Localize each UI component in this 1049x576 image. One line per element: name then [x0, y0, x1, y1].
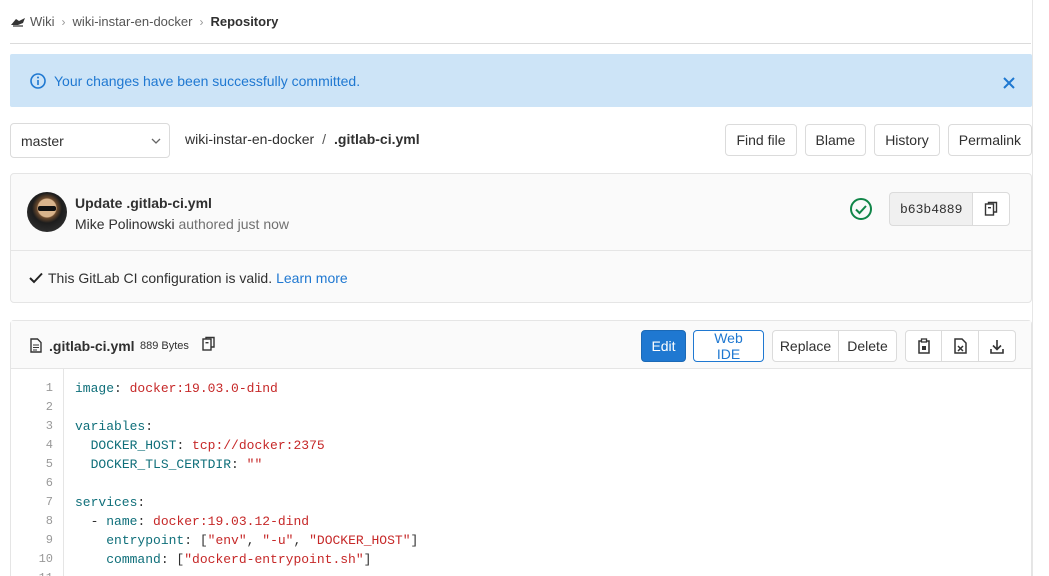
commit-time: authored just now — [178, 216, 290, 232]
line-content: DOCKER_HOST: tcp://docker:2375 — [90, 438, 325, 453]
blame-button[interactable]: Blame — [804, 124, 867, 156]
tree-actions: Find file Blame History Permalink — [725, 124, 1032, 156]
breadcrumb-project[interactable]: wiki-instar-en-docker — [73, 14, 193, 29]
line-number[interactable]: 10 — [11, 550, 53, 569]
learn-more-link[interactable]: Learn more — [276, 270, 348, 286]
replace-button[interactable]: Replace — [772, 330, 839, 362]
branch-name: master — [21, 132, 64, 149]
status-success-icon[interactable] — [849, 197, 873, 221]
line-number[interactable]: 5 — [11, 455, 53, 474]
delete-button[interactable]: Delete — [839, 330, 897, 362]
file-icon-actions — [905, 330, 1016, 362]
commit-author-line: Mike Polinowski authored just now — [75, 216, 289, 232]
file-icon — [30, 338, 42, 353]
line-content: services: — [75, 495, 146, 510]
breadcrumb: Wiki › wiki-instar-en-docker › Repositor… — [10, 0, 1031, 44]
line-number[interactable]: 1 — [11, 379, 53, 398]
copy-icon — [985, 201, 998, 216]
line-number[interactable]: 11 — [11, 569, 53, 576]
find-file-button[interactable]: Find file — [725, 124, 797, 156]
flash-notice: Your changes have been successfully comm… — [10, 54, 1032, 107]
chevron-right-icon: › — [199, 14, 204, 29]
open-raw-button[interactable] — [942, 330, 979, 362]
line-content: variables: — [75, 419, 154, 434]
commit-author[interactable]: Mike Polinowski — [75, 216, 175, 232]
line-number[interactable]: 7 — [11, 493, 53, 512]
branch-dropdown[interactable]: master — [10, 123, 170, 158]
file-viewer: .gitlab-ci.yml 889 Bytes Edit Web IDE Re… — [10, 320, 1032, 576]
raw-file-icon — [953, 338, 967, 354]
copy-icon[interactable] — [201, 336, 216, 352]
line-content: image: docker:19.03.0-dind — [75, 381, 278, 396]
chevron-down-icon — [151, 138, 161, 144]
line-content: entrypoint: ["env", "-u", "DOCKER_HOST"] — [106, 533, 419, 548]
line-number[interactable]: 2 — [11, 398, 53, 417]
line-number[interactable]: 8 — [11, 512, 53, 531]
breadcrumb-repository[interactable]: Repository — [210, 14, 278, 29]
file-header: .gitlab-ci.yml 889 Bytes Edit Web IDE Re… — [11, 321, 1031, 369]
history-button[interactable]: History — [874, 124, 940, 156]
file-path: wiki-instar-en-docker / .gitlab-ci.yml — [185, 131, 420, 147]
copy-contents-icon — [917, 338, 930, 354]
ci-config-status: This GitLab CI configuration is valid. L… — [29, 270, 348, 286]
check-icon — [29, 272, 43, 284]
line-content: DOCKER_TLS_CERTDIR: "" — [90, 457, 263, 472]
wiki-logo-icon — [11, 17, 25, 27]
ci-valid-message: This GitLab CI configuration is valid. — [48, 270, 273, 286]
path-file-name: .gitlab-ci.yml — [334, 131, 420, 147]
web-ide-button[interactable]: Web IDE — [693, 330, 764, 362]
commit-title[interactable]: Update .gitlab-ci.yml — [75, 195, 212, 211]
download-icon — [990, 339, 1004, 354]
file-actions: Edit Web IDE Replace Delete — [641, 330, 1016, 362]
line-number[interactable]: 4 — [11, 436, 53, 455]
commit-sha-group: b63b4889 — [889, 192, 1011, 226]
line-number[interactable]: 3 — [11, 417, 53, 436]
line-number[interactable]: 6 — [11, 474, 53, 493]
download-button[interactable] — [979, 330, 1016, 362]
file-name: .gitlab-ci.yml — [49, 338, 135, 354]
path-repo-link[interactable]: wiki-instar-en-docker — [185, 131, 314, 147]
replace-delete-group: Replace Delete — [772, 330, 897, 362]
flash-message: Your changes have been successfully comm… — [54, 72, 361, 89]
file-size: 889 Bytes — [140, 340, 189, 352]
permalink-button[interactable]: Permalink — [947, 124, 1032, 156]
line-content: command: ["dockerd-entrypoint.sh"] — [106, 552, 372, 567]
line-content: - name: docker:19.03.12-dind — [75, 514, 310, 529]
info-circle-icon — [30, 72, 46, 89]
close-icon[interactable] — [1002, 76, 1016, 90]
commit-divider — [11, 250, 1031, 251]
last-commit: Update .gitlab-ci.yml Mike Polinowski au… — [10, 173, 1032, 303]
path-separator: / — [322, 131, 327, 147]
edit-button[interactable]: Edit — [641, 330, 686, 362]
line-number[interactable]: 9 — [11, 531, 53, 550]
copy-contents-button[interactable] — [905, 330, 942, 362]
page-scrollbar[interactable] — [1032, 0, 1049, 576]
copy-sha-button[interactable] — [972, 192, 1011, 226]
chevron-right-icon: › — [61, 14, 66, 29]
avatar[interactable] — [27, 192, 67, 232]
breadcrumb-wiki[interactable]: Wiki — [30, 14, 55, 29]
commit-sha[interactable]: b63b4889 — [889, 192, 973, 226]
